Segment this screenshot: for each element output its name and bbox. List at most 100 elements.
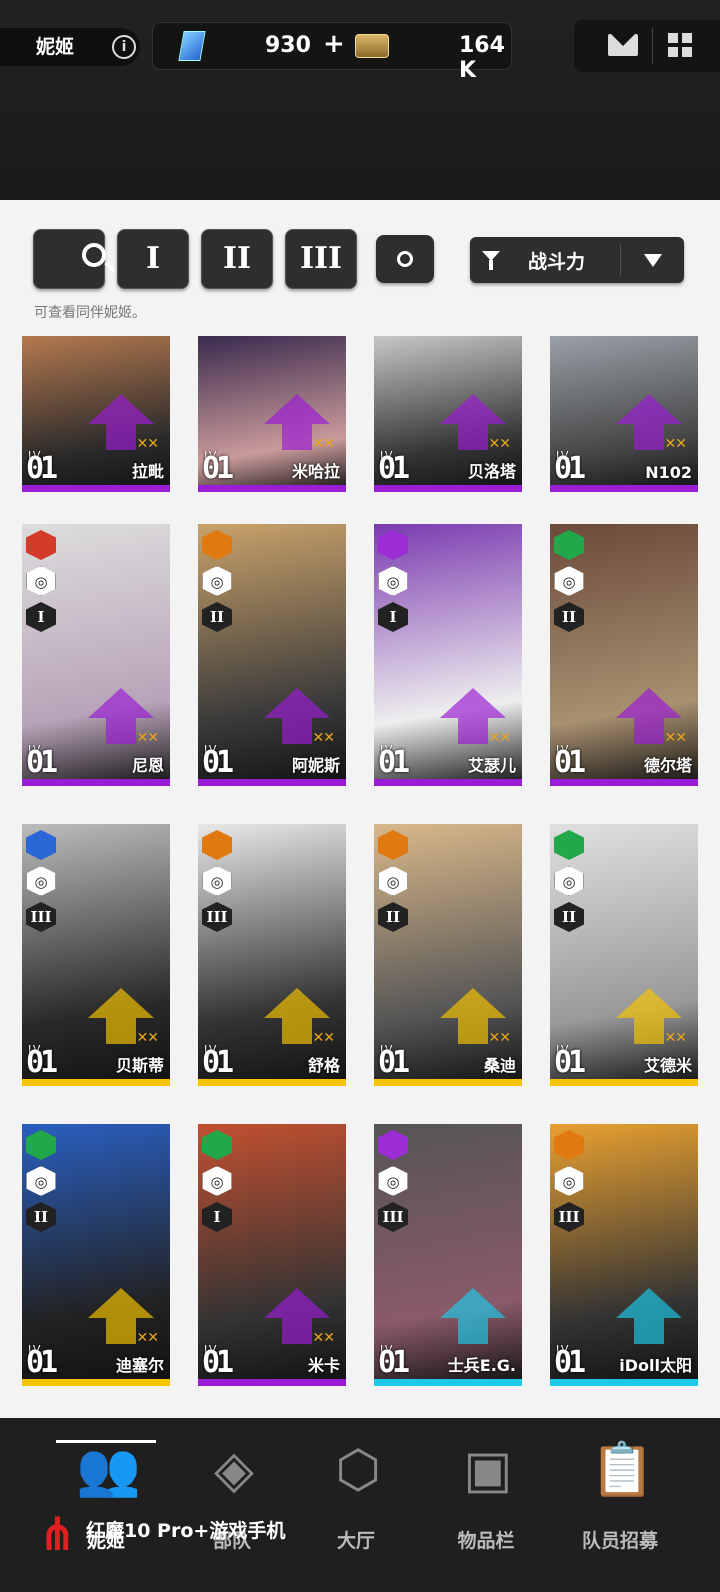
level-value: 01 xyxy=(554,1045,586,1080)
level-value: 01 xyxy=(378,745,410,780)
character-card[interactable]: ✕✕ LV. 01 拉毗 xyxy=(22,336,170,492)
rarity-stars: ✕✕ xyxy=(312,730,335,746)
level-value: 01 xyxy=(26,745,58,780)
rarity-bar xyxy=(22,779,170,786)
level-value: 01 xyxy=(202,1345,234,1380)
hint-text: 可查看同伴妮姬。 xyxy=(34,305,146,321)
caret-down-icon xyxy=(644,254,662,267)
nav-label: 大厅 xyxy=(336,1530,375,1552)
level-value: 01 xyxy=(202,745,234,780)
gem-count: 930 xyxy=(265,33,311,58)
rarity-stars: ✕✕ xyxy=(136,1330,159,1346)
character-card[interactable]: ◎ III ✕✕ LV. 01 贝斯蒂 xyxy=(22,824,170,1086)
nav-inventory[interactable]: ▣ 物品栏 xyxy=(426,1418,546,1578)
character-card[interactable]: ◎ I ✕✕ LV. 01 米卡 xyxy=(198,1124,346,1386)
rarity-bar xyxy=(550,1079,698,1086)
character-name: N102 xyxy=(645,463,692,482)
sort-dropdown[interactable]: 战斗力 xyxy=(470,237,684,283)
rarity-bar xyxy=(22,1079,170,1086)
filter-circle-button[interactable] xyxy=(376,235,434,283)
nav-recruit[interactable]: 📋 队员招募 xyxy=(560,1418,680,1578)
rarity-bar xyxy=(198,1079,346,1086)
rarity-bar xyxy=(550,485,698,492)
level-value: 01 xyxy=(554,745,586,780)
manufacturer-emblem-icon xyxy=(440,1288,506,1344)
nav-squad[interactable]: ◈ 部队 xyxy=(172,1418,292,1578)
watermark-text: 红魔10 Pro+游戏手机 xyxy=(86,1520,286,1542)
divider xyxy=(652,28,653,64)
circle-icon xyxy=(397,251,413,267)
resource-bar: 930 + 164 K xyxy=(152,22,512,83)
rarity-stars: ✕✕ xyxy=(136,1030,159,1046)
character-card[interactable]: ✕✕ LV. 01 米哈拉 xyxy=(198,336,346,492)
nav-label: 队员招募 xyxy=(581,1530,658,1552)
rarity-stars: ✕✕ xyxy=(488,730,511,746)
level-value: 01 xyxy=(202,451,234,486)
rarity-bar xyxy=(374,1379,522,1386)
rarity-bar xyxy=(198,1379,346,1386)
squad-icon: ◈ xyxy=(214,1440,254,1500)
character-card[interactable]: ◎ II ✕✕ LV. 01 桑迪 xyxy=(374,824,522,1086)
menu-grid-icon[interactable] xyxy=(668,33,692,57)
character-name: iDoll太阳 xyxy=(619,1356,692,1375)
character-card[interactable]: ◎ III LV. 01 士兵E.G. xyxy=(374,1124,522,1386)
rarity-stars: ✕✕ xyxy=(312,1030,335,1046)
character-card[interactable]: ✕✕ LV. 01 贝洛塔 xyxy=(374,336,522,492)
rarity-stars: ✕✕ xyxy=(488,1030,511,1046)
gem-icon xyxy=(178,31,206,61)
character-name: 米哈拉 xyxy=(291,462,340,481)
level-value: 01 xyxy=(26,1345,58,1380)
character-name: 士兵E.G. xyxy=(447,1356,516,1375)
character-card[interactable]: ◎ III LV. 01 iDoll太阳 xyxy=(550,1124,698,1386)
filter-tier3-button[interactable]: III xyxy=(285,229,357,289)
rarity-stars: ✕✕ xyxy=(664,1030,687,1046)
rarity-bar xyxy=(198,485,346,492)
rarity-bar xyxy=(374,779,522,786)
nav-lobby[interactable]: ⬡ 大厅 xyxy=(296,1418,416,1578)
character-name: 贝斯蒂 xyxy=(115,1056,164,1075)
character-card[interactable]: ◎ III ✕✕ LV. 01 舒格 xyxy=(198,824,346,1086)
globe-icon: ⬡ xyxy=(335,1440,381,1500)
backpack-icon: ▣ xyxy=(463,1440,513,1500)
character-card[interactable]: ◎ I ✕✕ LV. 01 艾瑟儿 xyxy=(374,524,522,786)
redmagic-logo-icon: ⋔ xyxy=(38,1507,77,1561)
character-card[interactable]: ◎ II ✕✕ LV. 01 阿妮斯 xyxy=(198,524,346,786)
character-name: 米卡 xyxy=(307,1356,340,1375)
filter-funnel-icon xyxy=(482,251,500,270)
character-card[interactable]: ◎ II ✕✕ LV. 01 艾德米 xyxy=(550,824,698,1086)
search-icon xyxy=(82,243,106,267)
level-value: 01 xyxy=(26,1045,58,1080)
character-name: 德尔塔 xyxy=(643,756,692,775)
credit-count: 164 K xyxy=(459,33,505,83)
rarity-stars: ✕✕ xyxy=(312,1330,335,1346)
rarity-bar xyxy=(550,1379,698,1386)
manufacturer-emblem-icon xyxy=(616,1288,682,1344)
rarity-bar xyxy=(374,1079,522,1086)
level-value: 01 xyxy=(554,1345,586,1380)
top-right-panel xyxy=(574,20,720,72)
rarity-bar xyxy=(550,779,698,786)
level-value: 01 xyxy=(378,1045,410,1080)
character-card[interactable]: ◎ II ✕✕ LV. 01 德尔塔 xyxy=(550,524,698,786)
mail-icon[interactable] xyxy=(608,34,638,56)
rarity-stars: ✕✕ xyxy=(136,730,159,746)
character-card[interactable]: ◎ I ✕✕ LV. 01 尼恩 xyxy=(22,524,170,786)
rarity-bar xyxy=(374,485,522,492)
character-name: 拉毗 xyxy=(131,462,164,481)
character-name: 艾瑟儿 xyxy=(467,756,516,775)
character-name: 迪塞尔 xyxy=(115,1356,164,1375)
character-card[interactable]: ✕✕ LV. 01 N102 xyxy=(550,336,698,492)
filter-tier1-button[interactable]: I xyxy=(117,229,189,289)
level-value: 01 xyxy=(378,1345,410,1380)
character-card[interactable]: ◎ II ✕✕ LV. 01 迪塞尔 xyxy=(22,1124,170,1386)
rarity-stars: ✕✕ xyxy=(312,436,335,452)
character-name: 桑迪 xyxy=(483,1056,516,1075)
filter-tier2-button[interactable]: II xyxy=(201,229,273,289)
add-gems-button[interactable]: + xyxy=(323,29,345,59)
rarity-stars: ✕✕ xyxy=(488,436,511,452)
rarity-bar xyxy=(198,779,346,786)
info-icon[interactable]: i xyxy=(112,35,136,59)
divider xyxy=(620,245,621,275)
search-button[interactable] xyxy=(33,229,106,289)
clipboard-icon: 📋 xyxy=(590,1440,655,1500)
